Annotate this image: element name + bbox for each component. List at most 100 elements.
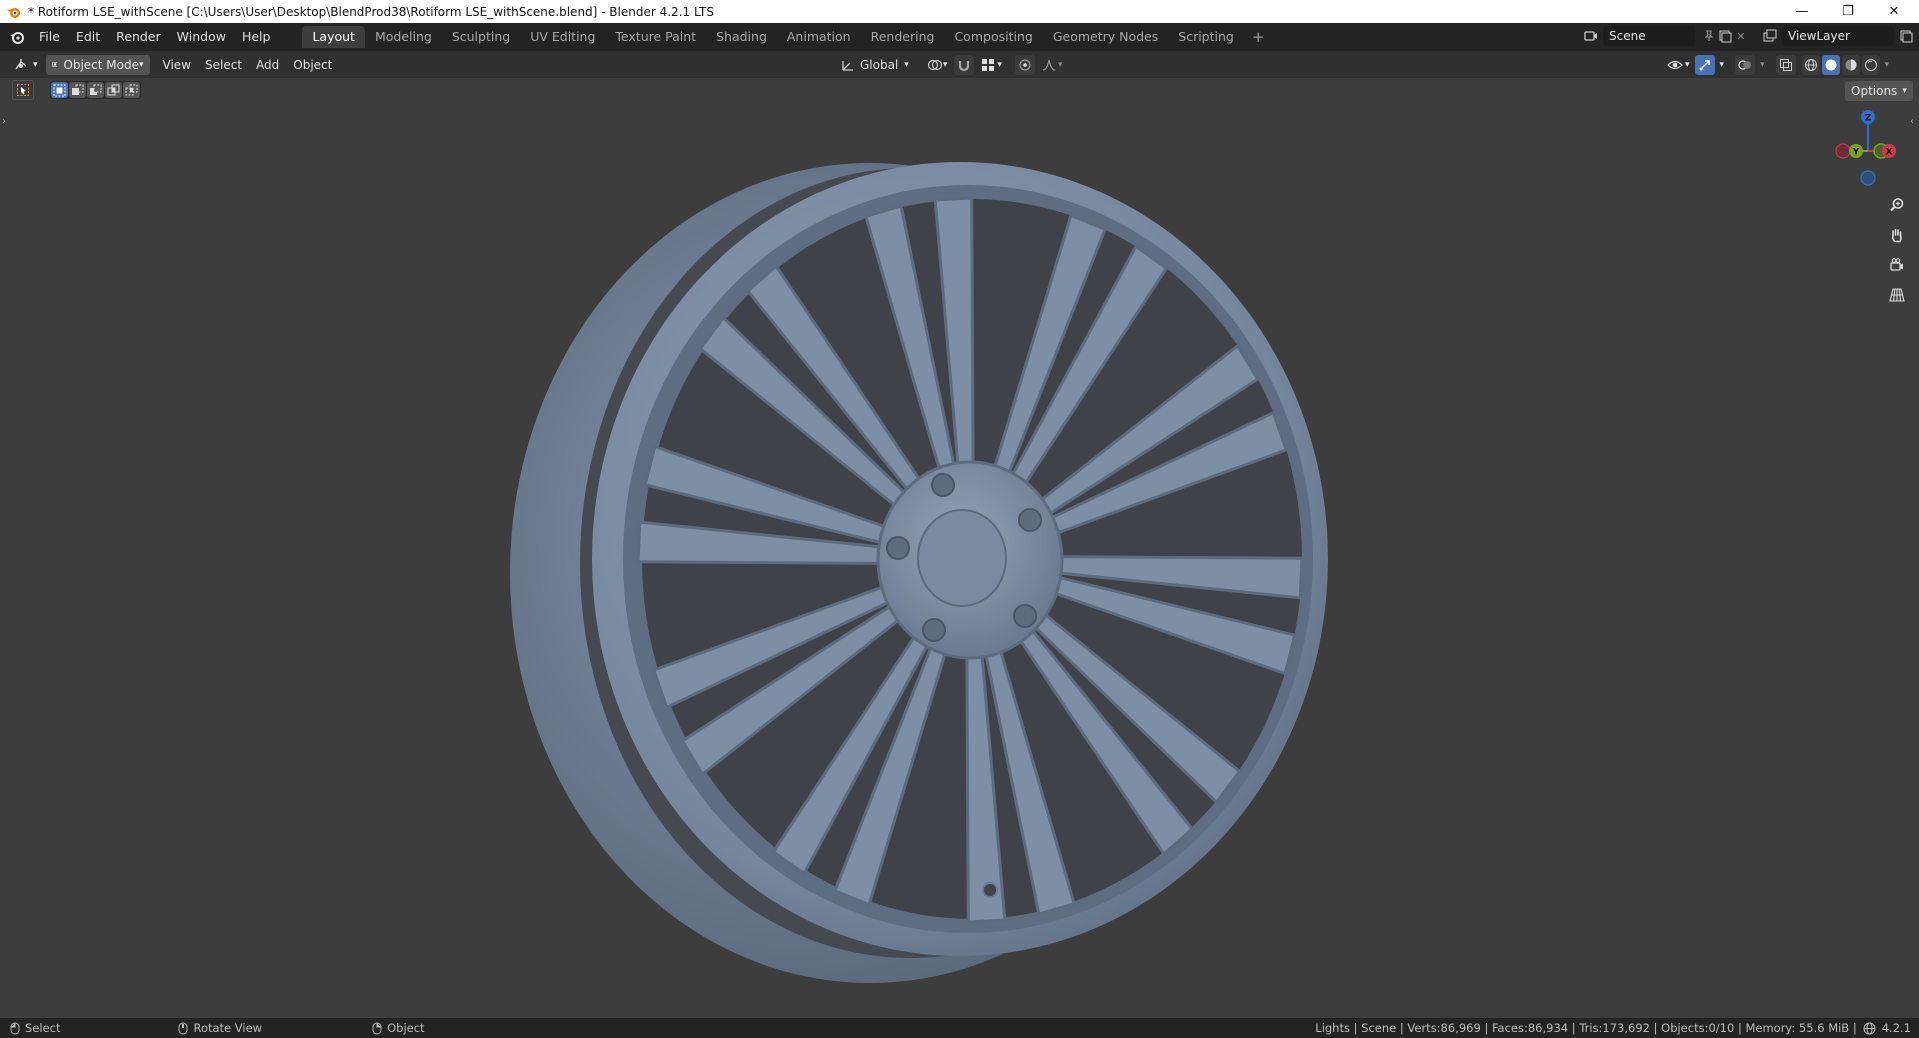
tab-layout[interactable]: Layout	[302, 26, 365, 48]
pin-scene-icon[interactable]	[1701, 28, 1717, 44]
mode-extend-icon	[72, 84, 84, 95]
gizmo-toggle[interactable]	[1694, 55, 1715, 75]
transform-orientation-dropdown[interactable]: Global ▾	[838, 55, 912, 75]
mode-set-icon	[53, 84, 66, 96]
tab-animation[interactable]: Animation	[777, 26, 861, 48]
view-layer-field[interactable]: ViewLayer	[1782, 26, 1894, 46]
delete-scene-icon[interactable]: ✕	[1733, 28, 1749, 44]
menu-help[interactable]: Help	[234, 26, 279, 48]
scene-statistics: Lights | Scene | Verts:86,969 | Faces:86…	[1315, 1021, 1857, 1035]
mode-difference-icon	[107, 84, 120, 95]
menu-edit[interactable]: Edit	[68, 26, 108, 48]
menu-file[interactable]: File	[31, 26, 68, 48]
neg-x-axis-icon[interactable]	[1835, 143, 1851, 159]
overlays-icon	[1738, 60, 1752, 70]
overlays-toggle[interactable]	[1735, 55, 1756, 75]
mode-extend-button[interactable]	[69, 82, 86, 98]
shading-dropdown-chevron-icon[interactable]: ▾	[1883, 55, 1892, 75]
mode-label: Object Mode	[63, 57, 139, 72]
add-workspace-button[interactable]: +	[1244, 26, 1273, 48]
maximize-button[interactable]: ❐	[1825, 0, 1871, 23]
tab-scripting[interactable]: Scripting	[1168, 26, 1244, 48]
tab-compositing[interactable]: Compositing	[944, 26, 1042, 48]
menu-object[interactable]: Object	[286, 55, 339, 75]
menu-render[interactable]: Render	[108, 26, 169, 48]
proportional-edit-icon	[1019, 59, 1031, 71]
navigation-gizmo[interactable]: Z X Y	[1826, 108, 1906, 188]
proportional-falloff-dropdown[interactable]: ▾	[1039, 55, 1066, 75]
neg-z-axis-icon[interactable]	[1860, 170, 1876, 186]
perspective-grid-icon[interactable]	[1884, 282, 1910, 308]
eye-icon	[1667, 60, 1683, 70]
view-layer-icon[interactable]	[1762, 28, 1778, 44]
options-dropdown[interactable]: Options ▾	[1845, 81, 1913, 101]
pan-hand-icon[interactable]	[1884, 222, 1910, 248]
blender-menu-icon[interactable]	[9, 29, 25, 45]
center-cap	[917, 509, 1007, 607]
object-mode-icon	[51, 61, 58, 68]
menu-select[interactable]: Select	[198, 55, 249, 75]
mode-difference-button[interactable]	[105, 82, 122, 98]
mode-dropdown[interactable]: Object Mode ▾	[45, 54, 150, 75]
blender-logo-icon	[7, 7, 20, 18]
wireframe-sphere-icon	[1804, 59, 1817, 71]
status-object-label: Object	[387, 1021, 425, 1035]
rendered-shading-button[interactable]	[1861, 55, 1880, 75]
overlays-dropdown-chevron-icon[interactable]: ▾	[1758, 55, 1767, 75]
pivot-point-dropdown[interactable]: ▾	[924, 55, 951, 75]
zoom-icon[interactable]	[1884, 192, 1910, 218]
viewport-header: ▾ Object Mode ▾ View Select Add Object G…	[0, 51, 1919, 78]
rendered-sphere-icon	[1864, 59, 1877, 71]
xray-toggle[interactable]	[1775, 55, 1796, 75]
3d-viewport[interactable]: Options ▾ › ‹ Z X Y	[0, 78, 1919, 1018]
sidebar-expand-chevron-icon[interactable]: ‹	[1910, 116, 1914, 127]
pivot-icon	[927, 59, 942, 71]
chevron-down-icon: ▾	[33, 59, 38, 70]
wheel-3d-model[interactable]	[500, 108, 1380, 998]
snap-target-dropdown[interactable]: ▾	[978, 55, 1005, 75]
new-scene-icon[interactable]	[1717, 28, 1733, 44]
tab-geometry-nodes[interactable]: Geometry Nodes	[1043, 26, 1168, 48]
orientation-label: Global	[860, 58, 899, 72]
options-label: Options	[1851, 84, 1898, 98]
tab-uv-editing[interactable]: UV Editing	[520, 26, 605, 48]
tab-sculpting[interactable]: Sculpting	[442, 26, 520, 48]
mouse-right-icon	[372, 1022, 382, 1034]
menu-add[interactable]: Add	[249, 55, 286, 75]
mode-intersect-button[interactable]	[123, 82, 140, 98]
mode-subtract-button[interactable]	[87, 82, 104, 98]
material-shading-button[interactable]	[1841, 55, 1860, 75]
toolbar-expand-chevron-icon[interactable]: ›	[2, 116, 6, 127]
solid-sphere-icon	[1825, 59, 1837, 71]
tab-texture-paint[interactable]: Texture Paint	[605, 26, 706, 48]
mouse-left-icon	[10, 1022, 20, 1034]
delete-view-layer-icon[interactable]: ✕	[1914, 28, 1919, 44]
camera-view-icon[interactable]	[1884, 252, 1910, 278]
select-tool-button[interactable]	[12, 80, 34, 100]
menu-window[interactable]: Window	[169, 26, 234, 48]
solid-shading-button[interactable]	[1821, 55, 1840, 75]
chevron-down-icon: ▾	[904, 60, 909, 70]
chevron-down-icon: ▾	[1902, 86, 1907, 96]
tab-rendering[interactable]: Rendering	[861, 26, 945, 48]
snap-toggle[interactable]	[954, 55, 975, 75]
scene-selector-icon[interactable]	[1583, 28, 1599, 44]
mode-intersect-icon	[125, 84, 138, 95]
editor-type-button[interactable]: ▾	[10, 55, 42, 75]
new-view-layer-icon[interactable]	[1898, 28, 1914, 44]
material-sphere-icon	[1845, 59, 1857, 71]
tab-modeling[interactable]: Modeling	[365, 26, 442, 48]
menu-view[interactable]: View	[156, 55, 198, 75]
window-title: * Rotiform LSE_withScene [C:\Users\User\…	[28, 4, 714, 19]
tab-shading[interactable]: Shading	[706, 26, 777, 48]
visibility-dropdown[interactable]: ▾	[1665, 55, 1692, 75]
window-titlebar: * Rotiform LSE_withScene [C:\Users\User\…	[0, 0, 1919, 23]
wireframe-shading-button[interactable]	[1801, 55, 1820, 75]
minimize-button[interactable]: —	[1779, 0, 1825, 23]
gizmo-dropdown-chevron-icon[interactable]: ▾	[1718, 55, 1727, 75]
chevron-down-icon: ▾	[1057, 60, 1063, 70]
mode-set-button[interactable]	[51, 82, 68, 98]
close-button[interactable]: ✕	[1871, 0, 1917, 23]
proportional-edit-toggle[interactable]	[1014, 55, 1035, 75]
scene-name-field[interactable]: Scene	[1603, 26, 1695, 46]
